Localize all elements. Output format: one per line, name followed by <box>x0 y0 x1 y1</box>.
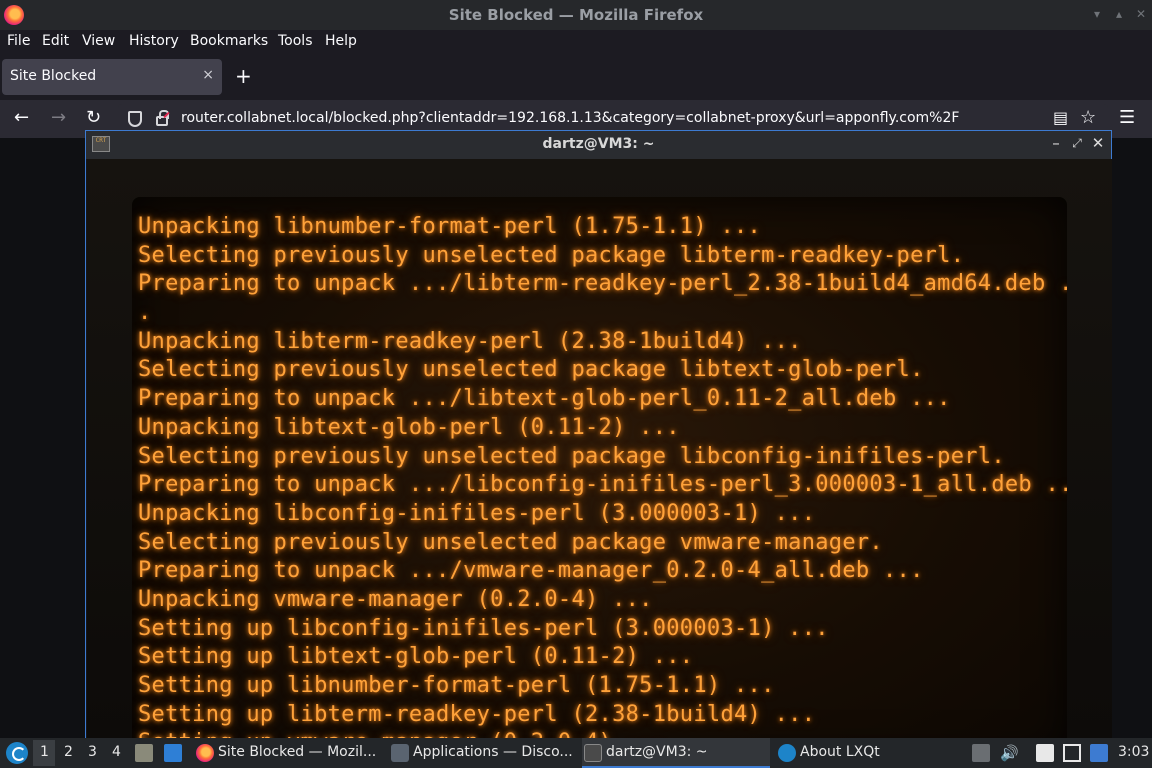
window-title: Site Blocked — Mozilla Firefox <box>448 6 704 24</box>
taskbar: 1 2 3 4 Site Blocked — Mozil... Applicat… <box>0 738 1152 768</box>
terminal-line: Preparing to unpack .../libterm-readkey-… <box>138 271 1067 297</box>
menu-file[interactable]: File <box>7 33 30 49</box>
menu-tools[interactable]: Tools <box>278 33 313 49</box>
terminal-line: Setting up libterm-readkey-perl (2.38-1b… <box>138 701 816 727</box>
tab-close-icon[interactable]: × <box>202 67 214 83</box>
workspace-1[interactable]: 1 <box>40 744 49 760</box>
tab-site-blocked[interactable]: Site Blocked × <box>2 59 222 95</box>
task-discover[interactable]: Applications — Disco... <box>389 738 579 768</box>
terminal-line: Preparing to unpack .../vmware-manager_0… <box>138 558 924 584</box>
terminal-line: Unpacking libterm-readkey-perl (2.38-1bu… <box>138 328 802 354</box>
updates-icon[interactable] <box>972 744 990 762</box>
minimize-icon[interactable]: ▾ <box>1090 7 1104 21</box>
workspace-4[interactable]: 4 <box>112 744 121 760</box>
file-manager-icon[interactable] <box>135 744 153 762</box>
insecure-lock-icon[interactable] <box>156 110 169 126</box>
tracking-protection-icon[interactable] <box>128 111 142 127</box>
task-terminal-label: dartz@VM3: ~ <box>606 744 708 760</box>
terminal-line: Selecting previously unselected package … <box>138 357 924 383</box>
menu-edit[interactable]: Edit <box>42 33 69 49</box>
terminal-minimize-icon[interactable]: – <box>1048 134 1064 152</box>
menu-bookmarks[interactable]: Bookmarks <box>190 33 268 49</box>
forward-icon[interactable]: → <box>51 108 66 128</box>
terminal-line: Preparing to unpack .../libtext-glob-per… <box>138 386 951 412</box>
task-firefox-label: Site Blocked — Mozil... <box>218 744 377 760</box>
reload-icon[interactable]: ↻ <box>86 108 101 128</box>
firefox-titlebar: Site Blocked — Mozilla Firefox ▾ ▴ ✕ <box>0 0 1152 30</box>
menu-history[interactable]: History <box>129 33 179 49</box>
terminal-maximize-icon[interactable]: ⤢ <box>1069 136 1085 151</box>
menubar: File Edit View History Bookmarks Tools H… <box>0 30 1152 54</box>
show-desktop-icon[interactable] <box>164 744 182 762</box>
new-tab-button[interactable]: + <box>235 66 252 86</box>
maximize-icon[interactable]: ▴ <box>1112 7 1126 21</box>
menu-view[interactable]: View <box>82 33 115 49</box>
terminal-line: Unpacking libconfig-inifiles-perl (3.000… <box>138 500 816 526</box>
crt-bezel: Unpacking libnumber-format-perl (1.75-1.… <box>87 159 1112 757</box>
terminal-line: Selecting previously unselected package … <box>138 242 965 268</box>
task-about-lxqt[interactable]: About LXQt <box>776 738 966 768</box>
terminal-line: Unpacking vmware-manager (0.2.0-4) ... <box>138 586 653 612</box>
close-icon[interactable]: ✕ <box>1134 7 1148 21</box>
lxqt-menu-icon[interactable] <box>6 742 28 764</box>
terminal-close-icon[interactable]: ✕ <box>1090 134 1106 152</box>
task-about-label: About LXQt <box>800 744 880 760</box>
clock: 3:03 <box>1118 744 1150 760</box>
clipboard-icon[interactable] <box>1036 744 1054 762</box>
lxqt-task-icon <box>778 744 796 762</box>
task-firefox[interactable]: Site Blocked — Mozil... <box>194 738 384 768</box>
terminal-line: Setting up libtext-glob-perl (0.11-2) ..… <box>138 644 694 670</box>
bookmark-star-icon[interactable]: ☆ <box>1080 108 1096 128</box>
terminal-output: Unpacking libnumber-format-perl (1.75-1.… <box>138 213 1067 757</box>
terminal-line: Selecting previously unselected package … <box>138 443 1005 469</box>
terminal-line: Setting up libconfig-inifiles-perl (3.00… <box>138 615 829 641</box>
terminal-line: Setting up libnumber-format-perl (1.75-1… <box>138 673 775 698</box>
terminal-task-icon <box>584 744 602 762</box>
task-discover-label: Applications — Disco... <box>413 744 573 760</box>
terminal-line: Unpacking libnumber-format-perl (1.75-1.… <box>138 214 762 239</box>
discover-task-icon <box>391 744 409 762</box>
terminal-window[interactable]: CRT dartz@VM3: ~ – ⤢ ✕ Unpacking libnumb… <box>85 130 1112 757</box>
crt-screen[interactable]: Unpacking libnumber-format-perl (1.75-1.… <box>132 197 1067 757</box>
firefox-task-icon <box>196 744 214 762</box>
url-text[interactable]: router.collabnet.local/blocked.php?clien… <box>181 110 959 126</box>
network-icon[interactable] <box>1063 744 1081 762</box>
workspace-2[interactable]: 2 <box>64 744 73 760</box>
tab-title: Site Blocked <box>10 68 97 84</box>
back-icon[interactable]: ← <box>14 108 29 128</box>
reader-view-icon[interactable]: ▤ <box>1053 108 1068 128</box>
volume-icon[interactable]: 🔊 <box>1000 744 1019 762</box>
terminal-title: dartz@VM3: ~ <box>542 136 655 152</box>
tabstrip: Site Blocked × + <box>0 54 1152 100</box>
notification-icon[interactable] <box>1090 744 1108 762</box>
terminal-line: Selecting previously unselected package … <box>138 529 883 555</box>
terminal-line: Unpacking libtext-glob-perl (0.11-2) ... <box>138 414 680 440</box>
workspace-3[interactable]: 3 <box>88 744 97 760</box>
app-menu-icon[interactable]: ☰ <box>1119 108 1135 128</box>
terminal-titlebar[interactable]: CRT dartz@VM3: ~ – ⤢ ✕ <box>86 131 1111 159</box>
menu-help[interactable]: Help <box>325 33 357 49</box>
terminal-line: . <box>138 300 152 326</box>
terminal-line: Preparing to unpack .../libconfig-inifil… <box>138 472 1067 498</box>
task-terminal[interactable]: dartz@VM3: ~ <box>582 738 770 768</box>
